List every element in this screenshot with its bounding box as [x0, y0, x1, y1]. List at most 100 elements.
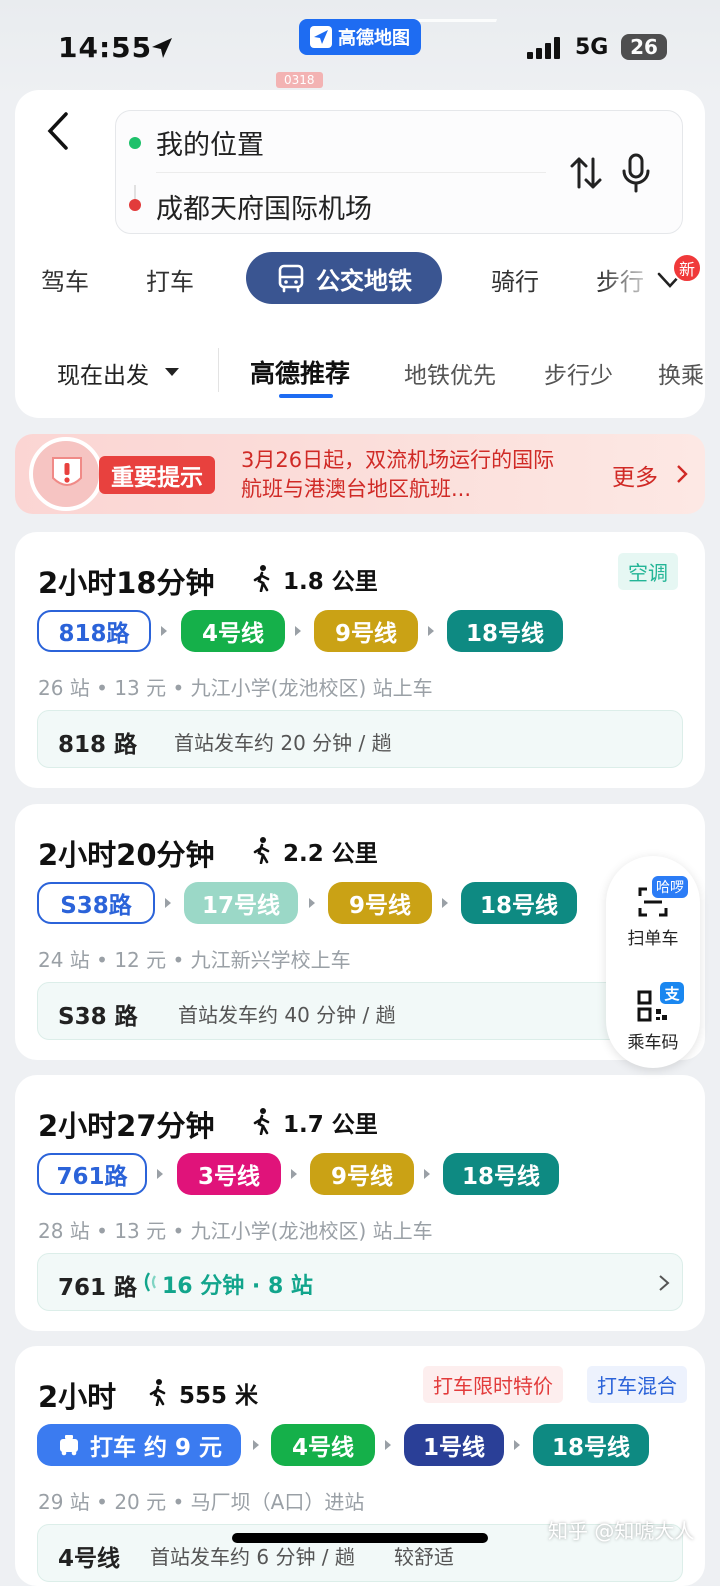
detail-text: 16 分钟 · 8 站	[162, 1274, 313, 1299]
realtime-signal-icon	[144, 1272, 156, 1292]
origin-dot-icon	[129, 137, 141, 149]
ride-code-label[interactable]: 乘车码	[606, 1028, 700, 1053]
segment-arrow	[157, 1169, 163, 1179]
walk-icon	[253, 837, 270, 864]
route-card[interactable]: 2小时27分钟 1.7 公里 761路 3号线 9号线 18号线 28 站 • …	[15, 1075, 705, 1331]
route-filter-bar: 现在出发 高德推荐 地铁优先 步行少 换乘	[15, 340, 705, 410]
filter-transfer[interactable]: 换乘	[658, 356, 705, 390]
new-badge: 新	[672, 253, 702, 283]
segment-line18: 18号线	[533, 1424, 649, 1466]
amap-logo-icon	[310, 26, 332, 48]
segment-bus: S38路	[37, 882, 155, 924]
tab-transit-label: 公交地铁	[316, 266, 412, 295]
scan-bike-label[interactable]: 扫单车	[606, 924, 700, 949]
detail-text: 首站发车约 40 分钟 / 趟	[178, 1003, 396, 1027]
route-detail[interactable]: 761 路 16 分钟 · 8 站	[37, 1253, 683, 1311]
route-card[interactable]: 2小时20分钟 2.2 公里 S38路 17号线 9号线 18号线 24 站 •…	[15, 804, 705, 1060]
tab-transit[interactable]: 公交地铁	[246, 252, 442, 304]
segment-line18: 18号线	[443, 1153, 559, 1195]
walk-distance: 1.7 公里	[283, 1112, 378, 1138]
notice-banner[interactable]: 重要提示 3月26日起，双流机场运行的国际航班与港澳台地区航班... 更多	[15, 434, 705, 514]
filter-divider	[218, 348, 219, 392]
route-card[interactable]: 2小时18分钟 1.8 公里 空调 818路 4号线 9号线 18号线 26 站…	[15, 532, 705, 788]
alipay-badge: 支	[660, 982, 684, 1004]
detail-line: S38 路	[58, 1004, 138, 1030]
segment-line18: 18号线	[447, 610, 563, 652]
quick-actions-panel: 哈啰 扫单车 支 乘车码	[606, 856, 700, 1068]
caret-down-icon	[165, 368, 179, 376]
app-badge-label: 高德地图	[338, 28, 410, 49]
input-divider	[156, 172, 546, 173]
detail-text: 首站发车约 6 分钟 / 趟	[150, 1545, 355, 1569]
origin-input[interactable]: 我的位置	[156, 123, 264, 162]
walk-icon	[149, 1379, 166, 1406]
segment-line1: 1号线	[404, 1424, 504, 1466]
notice-more-link[interactable]: 更多	[612, 458, 658, 492]
segment-line9: 9号线	[328, 882, 432, 924]
status-time: 14:55	[58, 31, 153, 64]
taxi-icon	[59, 1435, 78, 1456]
destination-input[interactable]: 成都天府国际机场	[156, 187, 372, 226]
segment-arrow	[295, 626, 301, 636]
route-info: 26 站 • 13 元 • 九江小学(龙池校区) 站上车	[38, 676, 433, 700]
route-duration: 2小时	[38, 1380, 117, 1414]
comfort-level: 较舒适	[394, 1545, 454, 1569]
route-detail[interactable]: S38 路 首站发车约 40 分钟 / 趟	[37, 982, 683, 1040]
depart-time-select[interactable]: 现在出发	[57, 356, 149, 390]
segment-bus: 761路	[37, 1153, 147, 1195]
segment-arrow	[161, 626, 167, 636]
walk-icon	[253, 565, 270, 592]
chevron-right-icon	[677, 465, 688, 483]
filter-recommend[interactable]: 高德推荐	[250, 354, 350, 390]
segment-arrow	[165, 898, 171, 908]
segment-line18: 18号线	[461, 882, 577, 924]
segment-arrow	[309, 898, 315, 908]
detail-text: 首站发车约 20 分钟 / 趟	[174, 731, 392, 755]
chevron-right-icon	[659, 1275, 670, 1291]
route-duration: 2小时18分钟	[38, 566, 215, 600]
filter-subway-first[interactable]: 地铁优先	[404, 356, 496, 390]
walk-distance: 2.2 公里	[283, 841, 378, 867]
route-detail[interactable]: 818 路 首站发车约 20 分钟 / 趟	[37, 710, 683, 768]
route-info: 29 站 • 20 元 • 马厂坝（A口）进站	[38, 1490, 365, 1514]
route-inputs: 我的位置 成都天府国际机场	[115, 110, 683, 234]
app-badge[interactable]: 高德地图	[299, 19, 421, 55]
tab-ride[interactable]: 骑行	[491, 262, 539, 297]
destination-dot-icon	[129, 199, 141, 211]
segment-line9: 9号线	[314, 610, 418, 652]
tab-taxi[interactable]: 打车	[146, 262, 194, 297]
segment-arrow	[514, 1440, 520, 1450]
notice-text: 3月26日起，双流机场运行的国际航班与港澳台地区航班...	[241, 448, 555, 501]
route-info: 28 站 • 13 元 • 九江小学(龙池校区) 站上车	[38, 1219, 433, 1243]
segment-line4: 4号线	[271, 1424, 375, 1466]
air-con-tag: 空调	[618, 553, 678, 590]
taxi-deal-tag: 打车限时特价	[423, 1366, 563, 1403]
tab-drive[interactable]: 驾车	[41, 262, 89, 297]
detail-line: 818 路	[58, 732, 138, 758]
home-indicator	[232, 1533, 488, 1543]
bus-icon	[278, 264, 304, 293]
status-bar: 14:55 高德地图 5G 26	[0, 0, 720, 92]
filter-less-walk[interactable]: 步行少	[544, 356, 613, 390]
tab-fade	[600, 248, 660, 310]
segment-arrow	[442, 898, 448, 908]
segment-line4: 4号线	[181, 610, 285, 652]
route-duration: 2小时20分钟	[38, 838, 215, 872]
notice-label: 重要提示	[99, 456, 215, 494]
segment-arrow	[428, 626, 434, 636]
detail-line: 4号线	[58, 1546, 121, 1572]
filter-active-underline	[279, 394, 333, 398]
segment-line3: 3号线	[177, 1153, 281, 1195]
route-card[interactable]: 2小时 555 米 打车限时特价 打车混合 打车 约 9 元 4号线 1号线 1…	[15, 1346, 705, 1586]
back-arrow-icon[interactable]	[42, 110, 72, 152]
hello-bike-badge: 哈啰	[652, 876, 688, 898]
segment-taxi: 打车 约 9 元	[37, 1424, 241, 1466]
network-type: 5G	[575, 35, 609, 60]
segment-arrow	[291, 1169, 297, 1179]
walk-icon	[253, 1108, 270, 1135]
microphone-icon[interactable]	[621, 153, 651, 193]
warning-icon	[52, 457, 82, 486]
segment-arrow	[424, 1169, 430, 1179]
swap-icon[interactable]	[569, 155, 603, 191]
segment-taxi-label: 打车 约 9 元	[89, 1435, 223, 1461]
